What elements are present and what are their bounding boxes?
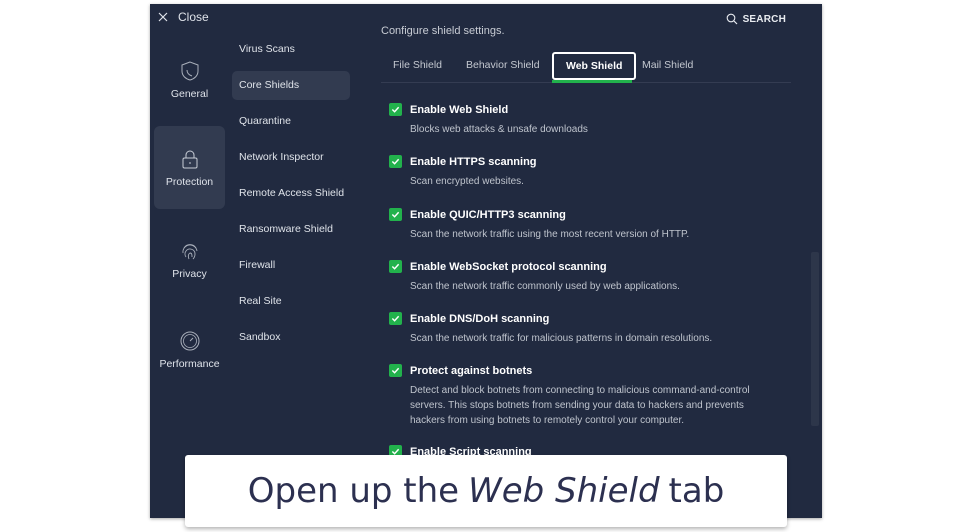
caption-suffix: tab	[668, 471, 725, 511]
option-title: Enable WebSocket protocol scanning	[410, 260, 607, 273]
option-title: Enable HTTPS scanning	[410, 155, 537, 168]
option-web-shield: Enable Web Shield Blocks web attacks & u…	[389, 103, 789, 137]
quic-scanning-checkbox[interactable]	[389, 208, 402, 221]
option-title: Enable Web Shield	[410, 103, 509, 116]
shield-icon	[181, 60, 198, 81]
checkmark-icon	[391, 106, 400, 113]
shield-tabs: File Shield Behavior Shield Web Shield M…	[381, 51, 791, 83]
nav-label: Privacy	[172, 267, 207, 280]
option-description: Scan the network traffic for malicious p…	[410, 333, 713, 344]
option-botnets: Protect against botnets Detect and block…	[389, 364, 789, 428]
gauge-icon	[180, 331, 199, 350]
caption-prefix: Open up the	[247, 471, 460, 511]
option-description: Scan encrypted websites.	[410, 176, 524, 187]
botnets-checkbox[interactable]	[389, 364, 402, 377]
nav-item-protection[interactable]: Protection	[154, 126, 225, 209]
option-description: Scan the network traffic using the most …	[410, 229, 690, 240]
submenu-item-remote-access-shield[interactable]: Remote Access Shield	[232, 179, 350, 208]
caption-emphasis: Web Shield	[468, 471, 660, 511]
checkmark-icon	[391, 367, 400, 374]
option-https-scanning: Enable HTTPS scanning Scan encrypted web…	[389, 155, 789, 189]
submenu-item-quarantine[interactable]: Quarantine	[232, 107, 350, 136]
dns-scanning-checkbox[interactable]	[389, 312, 402, 325]
tab-behavior-shield[interactable]: Behavior Shield	[454, 51, 552, 79]
protection-submenu: Virus Scans Core Shields Quarantine Netw…	[232, 4, 350, 518]
option-websocket-scanning: Enable WebSocket protocol scanning Scan …	[389, 260, 789, 294]
checkmark-icon	[391, 158, 400, 165]
tab-file-shield[interactable]: File Shield	[381, 51, 454, 79]
checkmark-icon	[391, 263, 400, 270]
main-nav: General Protection Privacy Performance	[150, 4, 230, 518]
active-tab-indicator	[552, 80, 632, 83]
nav-item-general[interactable]: General	[154, 38, 225, 121]
option-description: Scan the network traffic commonly used b…	[410, 281, 680, 292]
submenu-item-real-site[interactable]: Real Site	[232, 287, 350, 316]
nav-item-performance[interactable]: Performance	[154, 308, 225, 391]
option-quic-scanning: Enable QUIC/HTTP3 scanning Scan the netw…	[389, 208, 789, 242]
nav-label: Protection	[165, 175, 214, 188]
submenu-item-core-shields[interactable]: Core Shields	[232, 71, 350, 100]
lock-icon	[182, 150, 197, 168]
submenu-item-firewall[interactable]: Firewall	[232, 251, 350, 280]
https-scanning-checkbox[interactable]	[389, 155, 402, 168]
nav-label: General	[170, 87, 209, 100]
fingerprint-icon	[182, 243, 197, 259]
option-title: Protect against botnets	[410, 364, 533, 377]
tab-mail-shield[interactable]: Mail Shield	[630, 51, 705, 79]
submenu-item-ransomware-shield[interactable]: Ransomware Shield	[232, 215, 350, 244]
option-title: Enable QUIC/HTTP3 scanning	[410, 208, 566, 221]
option-title: Enable DNS/DoH scanning	[410, 312, 550, 325]
submenu-item-sandbox[interactable]: Sandbox	[232, 323, 350, 352]
submenu-item-network-inspector[interactable]: Network Inspector	[232, 143, 350, 172]
checkmark-icon	[391, 315, 400, 322]
option-description: Blocks web attacks & unsafe downloads	[410, 124, 588, 135]
settings-content: Configure shield settings. File Shield B…	[381, 4, 791, 518]
option-description: Detect and block botnets from connecting…	[410, 385, 750, 426]
tab-web-shield[interactable]: Web Shield	[552, 52, 637, 80]
checkmark-icon	[391, 211, 400, 218]
websocket-scanning-checkbox[interactable]	[389, 260, 402, 273]
nav-label: Performance	[159, 357, 220, 370]
configure-text: Configure shield settings.	[381, 25, 505, 37]
web-shield-checkbox[interactable]	[389, 103, 402, 116]
content-scrollbar[interactable]	[811, 252, 819, 426]
option-dns-scanning: Enable DNS/DoH scanning Scan the network…	[389, 312, 789, 346]
settings-window: Close SEARCH General Protection Privacy …	[150, 4, 822, 518]
submenu-item-virus-scans[interactable]: Virus Scans	[232, 35, 350, 64]
nav-item-privacy[interactable]: Privacy	[154, 218, 225, 301]
caption-banner: Open up the Web Shield tab	[185, 455, 787, 527]
